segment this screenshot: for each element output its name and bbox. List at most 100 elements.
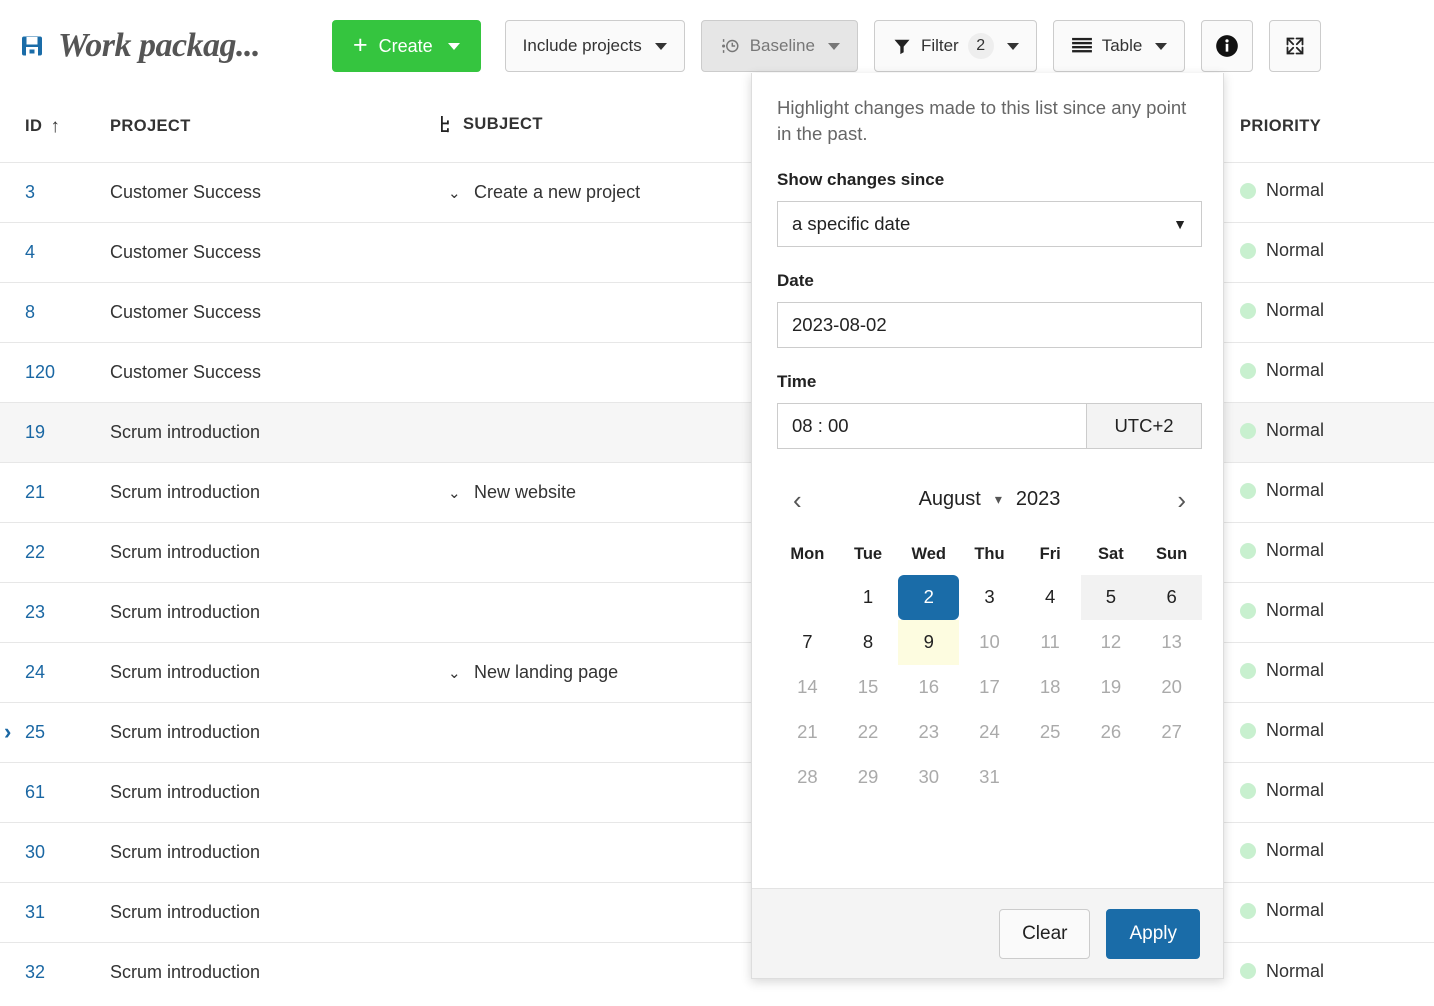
calendar-day-cell[interactable]: 21 [777, 710, 838, 755]
cell-project[interactable]: Customer Success [110, 162, 440, 222]
calendar-day-cell[interactable]: 9 [898, 620, 959, 665]
calendar-day-cell[interactable]: 11 [1020, 620, 1081, 665]
cell-id[interactable]: 31 [25, 882, 110, 942]
cell-priority[interactable]: Normal [1240, 762, 1434, 822]
cell-id[interactable]: 19 [25, 402, 110, 462]
info-button[interactable] [1201, 20, 1253, 72]
calendar-day-cell[interactable]: 5 [1081, 575, 1142, 620]
cell-project[interactable]: Scrum introduction [110, 942, 440, 1002]
calendar-day-cell[interactable]: 1 [838, 575, 899, 620]
column-header-priority[interactable]: PRIORITY [1240, 92, 1434, 162]
cell-priority[interactable]: Normal [1240, 462, 1434, 522]
cell-project[interactable]: Scrum introduction [110, 522, 440, 582]
apply-button[interactable]: Apply [1106, 909, 1200, 959]
cell-project[interactable]: Scrum introduction [110, 702, 440, 762]
cell-priority[interactable]: Normal [1240, 282, 1434, 342]
create-button[interactable]: + Create [332, 20, 481, 72]
filter-button[interactable]: Filter 2 [874, 20, 1037, 72]
cell-priority[interactable]: Normal [1240, 822, 1434, 882]
cell-id[interactable]: 21 [25, 462, 110, 522]
cell-priority[interactable]: Normal [1240, 942, 1434, 1002]
calendar-year[interactable]: 2023 [1016, 488, 1061, 511]
cell-id[interactable]: 22 [25, 522, 110, 582]
calendar-day-cell[interactable]: 28 [777, 755, 838, 800]
cell-id[interactable]: 3 [25, 162, 110, 222]
cell-priority[interactable]: Normal [1240, 402, 1434, 462]
cell-project[interactable]: Scrum introduction [110, 582, 440, 642]
calendar-day-cell[interactable]: 27 [1141, 710, 1202, 755]
cell-project[interactable]: Scrum introduction [110, 762, 440, 822]
calendar-day-cell[interactable]: 13 [1141, 620, 1202, 665]
calendar-day-cell[interactable]: 8 [838, 620, 899, 665]
calendar-day-cell[interactable]: 30 [898, 755, 959, 800]
cell-priority[interactable]: Normal [1240, 642, 1434, 702]
calendar-day-cell[interactable]: 26 [1081, 710, 1142, 755]
calendar-day-cell[interactable]: 4 [1020, 575, 1081, 620]
cell-id[interactable]: 25 [25, 702, 110, 762]
calendar-day-cell[interactable]: 20 [1141, 665, 1202, 710]
calendar-day-cell[interactable]: 25 [1020, 710, 1081, 755]
cell-id[interactable]: 8 [25, 282, 110, 342]
cell-id[interactable]: 61 [25, 762, 110, 822]
calendar-day-cell[interactable]: 23 [898, 710, 959, 755]
show-changes-since-select[interactable]: a specific date ▼ [777, 201, 1202, 247]
cell-project[interactable]: Customer Success [110, 222, 440, 282]
row-expander-icon[interactable]: › [4, 721, 11, 743]
calendar-day-cell[interactable]: 14 [777, 665, 838, 710]
hierarchy-icon[interactable] [440, 116, 455, 134]
cell-id[interactable]: 32 [25, 942, 110, 1002]
calendar-day-cell[interactable]: 22 [838, 710, 899, 755]
column-header-project[interactable]: PROJECT [110, 92, 440, 162]
baseline-button[interactable]: Baseline [701, 20, 858, 72]
chevron-down-icon [1155, 43, 1167, 50]
calendar-day-cell[interactable]: 16 [898, 665, 959, 710]
date-input[interactable]: 2023-08-02 [777, 302, 1202, 348]
calendar-day-cell[interactable]: 6 [1141, 575, 1202, 620]
cell-project[interactable]: Customer Success [110, 342, 440, 402]
calendar-day-cell[interactable]: 17 [959, 665, 1020, 710]
time-input[interactable]: 08 : 00 [777, 403, 1086, 449]
cell-project[interactable]: Scrum introduction [110, 882, 440, 942]
calendar-day-cell[interactable]: 29 [838, 755, 899, 800]
clear-button[interactable]: Clear [999, 909, 1090, 959]
table-view-button[interactable]: Table [1053, 20, 1186, 72]
row-collapse-icon[interactable]: ⌄ [448, 664, 470, 682]
cell-priority[interactable]: Normal [1240, 162, 1434, 222]
calendar-day-cell[interactable]: 10 [959, 620, 1020, 665]
cell-project[interactable]: Scrum introduction [110, 642, 440, 702]
calendar-day-cell[interactable]: 3 [959, 575, 1020, 620]
calendar-day-cell[interactable]: 24 [959, 710, 1020, 755]
cell-priority[interactable]: Normal [1240, 522, 1434, 582]
calendar-month[interactable]: August [919, 488, 981, 511]
cell-priority[interactable]: Normal [1240, 582, 1434, 642]
cell-project[interactable]: Scrum introduction [110, 462, 440, 522]
row-collapse-icon[interactable]: ⌄ [448, 484, 470, 502]
chevron-left-icon[interactable]: ‹ [785, 487, 810, 513]
chevron-right-icon[interactable]: › [1169, 487, 1194, 513]
cell-priority[interactable]: Normal [1240, 342, 1434, 402]
calendar-day-cell[interactable]: 15 [838, 665, 899, 710]
cell-project[interactable]: Customer Success [110, 282, 440, 342]
cell-priority[interactable]: Normal [1240, 222, 1434, 282]
fullscreen-button[interactable] [1269, 20, 1321, 72]
include-projects-button[interactable]: Include projects [505, 20, 685, 72]
save-floppy-icon[interactable] [20, 34, 44, 58]
cell-id[interactable]: 24 [25, 642, 110, 702]
cell-id[interactable]: 4 [25, 222, 110, 282]
chevron-down-icon[interactable]: ▾ [995, 491, 1002, 508]
row-collapse-icon[interactable]: ⌄ [448, 184, 470, 202]
cell-id[interactable]: 120 [25, 342, 110, 402]
calendar-day-cell[interactable]: 2 [898, 575, 959, 620]
cell-id[interactable]: 30 [25, 822, 110, 882]
calendar-day-cell[interactable]: 19 [1081, 665, 1142, 710]
column-header-id[interactable]: ID ↑ [25, 92, 110, 162]
calendar-day-cell[interactable]: 7 [777, 620, 838, 665]
calendar-day-cell[interactable]: 31 [959, 755, 1020, 800]
cell-project[interactable]: Scrum introduction [110, 402, 440, 462]
cell-priority[interactable]: Normal [1240, 882, 1434, 942]
calendar-day-cell[interactable]: 18 [1020, 665, 1081, 710]
cell-id[interactable]: 23 [25, 582, 110, 642]
cell-priority[interactable]: Normal [1240, 702, 1434, 762]
cell-project[interactable]: Scrum introduction [110, 822, 440, 882]
calendar-day-cell[interactable]: 12 [1081, 620, 1142, 665]
